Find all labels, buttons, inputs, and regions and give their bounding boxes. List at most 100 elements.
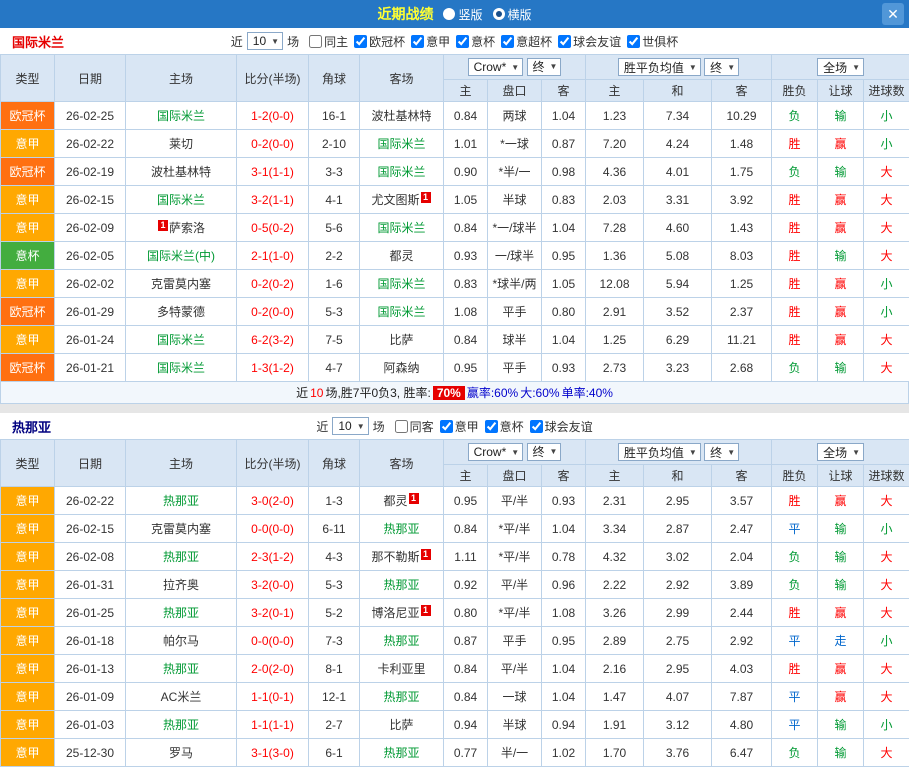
- goals-result-cell: 小: [864, 270, 909, 298]
- filter-checkbox-意杯[interactable]: 意杯: [456, 33, 495, 50]
- corner-cell: 4-3: [309, 543, 360, 571]
- handicap-result-cell: 赢: [818, 326, 864, 354]
- type-cell: 欧冠杯: [1, 298, 55, 326]
- handicap-cell: *半/一: [488, 158, 542, 186]
- fulltime-select[interactable]: 全场▼: [817, 58, 864, 76]
- avg-draw-cell: 2.95: [644, 655, 712, 683]
- away-team-cell: 国际米兰: [360, 214, 444, 242]
- checkbox-input[interactable]: [456, 35, 469, 48]
- subcol-avg-away: 客: [712, 465, 772, 487]
- type-cell: 意甲: [1, 655, 55, 683]
- checkbox-input[interactable]: [354, 35, 367, 48]
- filter-checkbox-同主[interactable]: 同主: [309, 33, 348, 50]
- handicap-result-cell: 赢: [818, 655, 864, 683]
- filter-checkbox-同客[interactable]: 同客: [395, 418, 434, 435]
- handicap-cell: 平手: [488, 627, 542, 655]
- odds-time-select[interactable]: 终▼: [527, 443, 562, 461]
- games-unit-label: 场: [373, 418, 385, 435]
- fulltime-select[interactable]: 全场▼: [817, 443, 864, 461]
- chevron-down-icon: ▼: [550, 447, 558, 456]
- avg-home-cell: 2.16: [586, 655, 644, 683]
- avg-odds-time-select[interactable]: 终▼: [704, 443, 739, 461]
- checkbox-input[interactable]: [485, 420, 498, 433]
- handicap-cell: 球半: [488, 326, 542, 354]
- filter-checkbox-球会友谊[interactable]: 球会友谊: [530, 418, 593, 435]
- checkbox-input[interactable]: [558, 35, 571, 48]
- odds-time-select[interactable]: 终▼: [527, 58, 562, 76]
- table-row: 意甲26-02-15克雷莫内塞0-0(0-0)6-11热那亚0.84*平/半1.…: [1, 515, 909, 543]
- avg-draw-cell: 3.23: [644, 354, 712, 382]
- games-count-select[interactable]: 10▼: [332, 417, 368, 435]
- summary-segment: 场,胜7平0负3, 胜率:: [325, 384, 430, 401]
- result-cell: 负: [772, 102, 818, 130]
- horizontal-layout-label[interactable]: 横版: [508, 6, 532, 23]
- subcol-goals-result: 进球数: [864, 80, 909, 102]
- horizontal-layout-radio[interactable]: [493, 8, 505, 20]
- handicap-away-odds-cell: 1.04: [542, 655, 586, 683]
- result-cell: 负: [772, 158, 818, 186]
- away-team-cell: 热那亚: [360, 683, 444, 711]
- odds-source-select[interactable]: Crow*▼: [468, 58, 524, 76]
- handicap-result-cell: 输: [818, 711, 864, 739]
- close-icon[interactable]: ✕: [882, 3, 904, 25]
- table-row: 欧冠杯26-01-21国际米兰1-3(1-2)4-7阿森纳0.95平手0.932…: [1, 354, 909, 382]
- handicap-cell: 平/半: [488, 571, 542, 599]
- type-cell: 意甲: [1, 599, 55, 627]
- red-card-badge: 1: [421, 549, 431, 560]
- checkbox-input[interactable]: [395, 420, 408, 433]
- checkbox-input[interactable]: [411, 35, 424, 48]
- avg-away-cell: 2.37: [712, 298, 772, 326]
- avg-home-cell: 2.22: [586, 571, 644, 599]
- score-cell: 3-2(0-0): [237, 571, 309, 599]
- corner-cell: 3-3: [309, 158, 360, 186]
- handicap-away-odds-cell: 0.98: [542, 158, 586, 186]
- chevron-down-icon: ▼: [689, 448, 697, 457]
- avg-away-cell: 3.89: [712, 571, 772, 599]
- filter-checkbox-世俱杯[interactable]: 世俱杯: [627, 33, 678, 50]
- avg-odds-header-cell: 胜平负均值▼ 终▼: [586, 55, 772, 80]
- team-name-text: 国际米兰: [377, 165, 425, 179]
- chevron-down-icon: ▼: [852, 63, 860, 72]
- checkbox-input[interactable]: [309, 35, 322, 48]
- avg-odds-select[interactable]: 胜平负均值▼: [618, 443, 701, 461]
- filter-checkbox-欧冠杯[interactable]: 欧冠杯: [354, 33, 405, 50]
- score-cell: 1-2(0-0): [237, 102, 309, 130]
- vertical-layout-label[interactable]: 竖版: [458, 6, 482, 23]
- corner-cell: 5-3: [309, 298, 360, 326]
- avg-draw-cell: 5.08: [644, 242, 712, 270]
- checkbox-label: 球会友谊: [573, 33, 621, 50]
- checkbox-input[interactable]: [627, 35, 640, 48]
- filter-checkbox-意甲[interactable]: 意甲: [411, 33, 450, 50]
- avg-home-cell: 1.91: [586, 711, 644, 739]
- avg-home-cell: 4.36: [586, 158, 644, 186]
- corner-cell: 1-6: [309, 270, 360, 298]
- checkbox-input[interactable]: [530, 420, 543, 433]
- filter-checkbox-球会友谊[interactable]: 球会友谊: [558, 33, 621, 50]
- subcol-handicap-result: 让球: [818, 465, 864, 487]
- score-cell: 1-1(0-1): [237, 683, 309, 711]
- date-cell: 26-01-18: [55, 627, 126, 655]
- team-name-text: AC米兰: [161, 690, 202, 704]
- team-name-text: 热那亚: [383, 522, 419, 536]
- odds-source-select[interactable]: Crow*▼: [468, 443, 524, 461]
- team-name-text: 都灵: [383, 494, 407, 508]
- avg-away-cell: 4.80: [712, 711, 772, 739]
- near-label: 近: [316, 418, 328, 435]
- checkbox-input[interactable]: [440, 420, 453, 433]
- filter-checkbox-意超杯[interactable]: 意超杯: [501, 33, 552, 50]
- filter-checkbox-意甲[interactable]: 意甲: [440, 418, 479, 435]
- vertical-layout-radio[interactable]: [443, 8, 455, 20]
- team-name-text: 博洛尼亚: [371, 606, 419, 620]
- section-genoa: 热那亚 近 10▼ 场 同客意甲意杯球会友谊 类型 日期 主场: [0, 413, 909, 767]
- filter-checkbox-意杯[interactable]: 意杯: [485, 418, 524, 435]
- avg-odds-select[interactable]: 胜平负均值▼: [618, 58, 701, 76]
- avg-odds-time-select[interactable]: 终▼: [704, 58, 739, 76]
- away-team-cell: 国际米兰: [360, 130, 444, 158]
- checkbox-input[interactable]: [501, 35, 514, 48]
- type-cell: 意甲: [1, 130, 55, 158]
- games-count-select[interactable]: 10▼: [247, 32, 283, 50]
- score-cell: 3-0(2-0): [237, 487, 309, 515]
- away-team-cell: 那不勒斯1: [360, 543, 444, 571]
- section-divider: [0, 404, 909, 413]
- avg-draw-cell: 3.02: [644, 543, 712, 571]
